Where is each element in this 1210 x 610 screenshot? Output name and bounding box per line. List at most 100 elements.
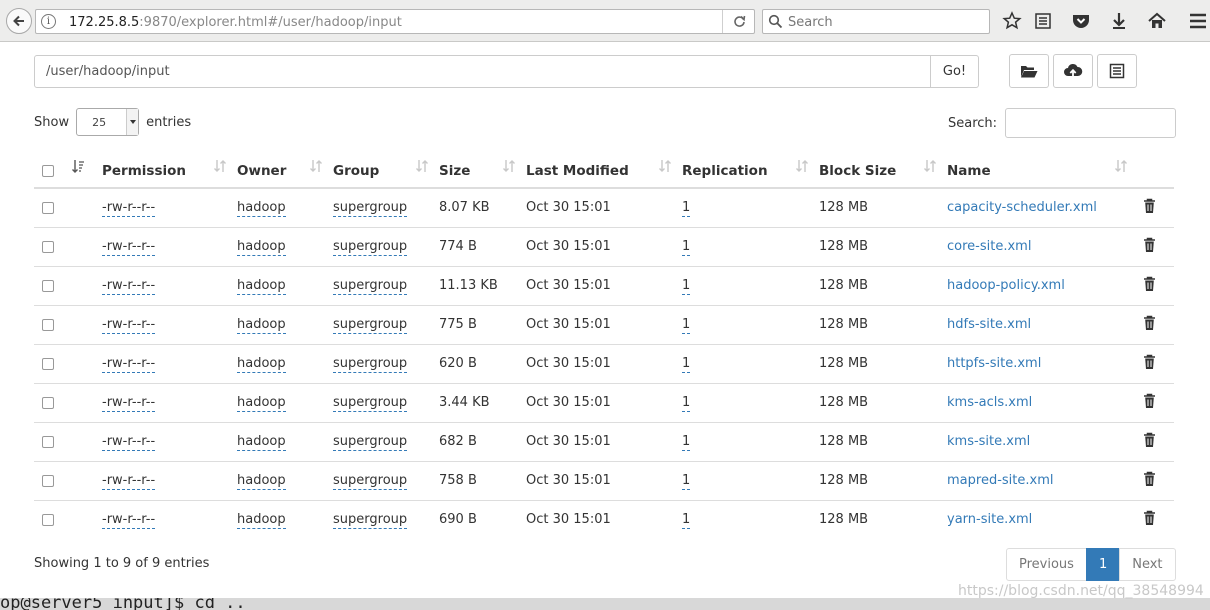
group-link[interactable]: supergroup: [333, 434, 408, 451]
back-button[interactable]: [6, 8, 32, 34]
replication-link[interactable]: 1: [682, 512, 691, 530]
upload-files-button[interactable]: [1053, 54, 1093, 88]
group-link[interactable]: supergroup: [333, 395, 408, 412]
column-header-size[interactable]: Size: [439, 148, 526, 189]
column-header-last-modified[interactable]: Last Modified: [526, 148, 682, 189]
group-link[interactable]: supergroup: [333, 317, 408, 334]
file-name-link[interactable]: kms-acls.xml: [947, 395, 1032, 410]
owner-link[interactable]: hadoop: [237, 200, 286, 218]
table-row: -rw-r--r-- hadoop supergroup 620 B Oct 30 15…: [34, 343, 1174, 383]
group-link[interactable]: supergroup: [333, 278, 408, 295]
trash-icon[interactable]: [1143, 432, 1156, 452]
permission-link[interactable]: -rw-r--r--: [102, 356, 156, 373]
previous-page-button[interactable]: Previous: [1006, 548, 1087, 581]
url-bar[interactable]: i 172.25.8.5:9870/explorer.html#/user/ha…: [35, 9, 755, 34]
column-header-name[interactable]: Name: [947, 148, 1138, 189]
file-name-link[interactable]: httpfs-site.xml: [947, 356, 1041, 371]
row-checkbox[interactable]: [42, 201, 54, 214]
permission-link[interactable]: -rw-r--r--: [102, 434, 156, 451]
owner-link[interactable]: hadoop: [237, 239, 286, 256]
owner-link[interactable]: hadoop: [237, 317, 286, 334]
permission-link[interactable]: -rw-r--r--: [102, 473, 156, 490]
modified-cell: Oct 30 15:01: [526, 343, 682, 383]
owner-link[interactable]: hadoop: [237, 512, 286, 530]
column-header-owner[interactable]: Owner: [237, 148, 333, 189]
permission-link[interactable]: -rw-r--r--: [102, 278, 156, 295]
directory-path-input[interactable]: /user/hadoop/input: [34, 55, 931, 88]
reading-list-icon[interactable]: [1033, 11, 1053, 31]
file-name-link[interactable]: yarn-site.xml: [947, 512, 1032, 527]
trash-icon[interactable]: [1143, 471, 1156, 491]
block-size-cell: 128 MB: [819, 460, 947, 500]
permission-link[interactable]: -rw-r--r--: [102, 317, 156, 334]
replication-link[interactable]: 1: [682, 434, 691, 451]
trash-icon[interactable]: [1143, 354, 1156, 374]
group-link[interactable]: supergroup: [333, 512, 408, 530]
file-name-link[interactable]: mapred-site.xml: [947, 473, 1053, 488]
owner-link[interactable]: hadoop: [237, 278, 286, 295]
trash-icon[interactable]: [1143, 315, 1156, 335]
bookmark-star-icon[interactable]: [1002, 11, 1022, 31]
owner-link[interactable]: hadoop: [237, 434, 286, 451]
file-name-link[interactable]: capacity-scheduler.xml: [947, 200, 1097, 215]
column-header-permission[interactable]: Permission: [102, 148, 237, 189]
group-link[interactable]: supergroup: [333, 356, 408, 373]
trash-icon[interactable]: [1143, 198, 1156, 218]
menu-icon[interactable]: [1188, 11, 1208, 31]
replication-link[interactable]: 1: [682, 278, 691, 295]
owner-link[interactable]: hadoop: [237, 395, 286, 412]
entries-per-page-select[interactable]: 25: [76, 108, 140, 136]
sort-amount-icon[interactable]: [72, 159, 85, 173]
file-name-link[interactable]: hdfs-site.xml: [947, 317, 1031, 332]
replication-link[interactable]: 1: [682, 200, 691, 218]
permission-link[interactable]: -rw-r--r--: [102, 512, 156, 530]
column-header-block-size[interactable]: Block Size: [819, 148, 947, 189]
block-size-cell: 128 MB: [819, 265, 947, 305]
group-link[interactable]: supergroup: [333, 200, 408, 218]
pocket-icon[interactable]: [1071, 11, 1091, 31]
page-1-button[interactable]: 1: [1085, 548, 1121, 581]
row-checkbox[interactable]: [42, 279, 54, 292]
home-icon[interactable]: [1147, 11, 1167, 31]
replication-link[interactable]: 1: [682, 239, 691, 256]
row-checkbox[interactable]: [42, 435, 54, 448]
replication-link[interactable]: 1: [682, 317, 691, 334]
group-link[interactable]: supergroup: [333, 473, 408, 490]
row-checkbox[interactable]: [42, 318, 54, 331]
replication-link[interactable]: 1: [682, 473, 691, 490]
row-checkbox[interactable]: [42, 474, 54, 487]
trash-icon[interactable]: [1143, 237, 1156, 257]
permission-link[interactable]: -rw-r--r--: [102, 395, 156, 412]
permission-link[interactable]: -rw-r--r--: [102, 200, 156, 218]
file-name-link[interactable]: kms-site.xml: [947, 434, 1030, 449]
column-header-group[interactable]: Group: [333, 148, 439, 189]
file-name-link[interactable]: core-site.xml: [947, 239, 1031, 254]
group-link[interactable]: supergroup: [333, 239, 408, 256]
browser-search-field[interactable]: Search: [762, 9, 990, 34]
select-all-checkbox[interactable]: [42, 164, 54, 177]
create-directory-button[interactable]: [1009, 54, 1049, 88]
reload-button[interactable]: [722, 10, 756, 33]
download-icon[interactable]: [1109, 11, 1129, 31]
trash-icon[interactable]: [1143, 276, 1156, 296]
trash-icon[interactable]: [1143, 510, 1156, 530]
row-checkbox[interactable]: [42, 513, 54, 526]
row-checkbox[interactable]: [42, 396, 54, 409]
owner-link[interactable]: hadoop: [237, 473, 286, 490]
row-checkbox[interactable]: [42, 240, 54, 253]
column-header-replication[interactable]: Replication: [682, 148, 819, 189]
owner-link[interactable]: hadoop: [237, 356, 286, 373]
row-checkbox[interactable]: [42, 357, 54, 370]
cut-paste-button[interactable]: [1097, 54, 1137, 88]
file-rows: -rw-r--r-- hadoop supergroup 8.07 KB Oct 30 …: [34, 188, 1174, 539]
replication-link[interactable]: 1: [682, 356, 691, 373]
go-button[interactable]: Go!: [930, 55, 979, 88]
table-search-input[interactable]: [1005, 108, 1177, 138]
replication-link[interactable]: 1: [682, 395, 691, 412]
trash-icon[interactable]: [1143, 393, 1156, 413]
name-cell: hadoop-policy.xml: [947, 265, 1138, 305]
next-page-button[interactable]: Next: [1119, 548, 1176, 581]
site-info-icon[interactable]: i: [41, 14, 56, 29]
file-name-link[interactable]: hadoop-policy.xml: [947, 278, 1065, 293]
permission-link[interactable]: -rw-r--r--: [102, 239, 156, 256]
